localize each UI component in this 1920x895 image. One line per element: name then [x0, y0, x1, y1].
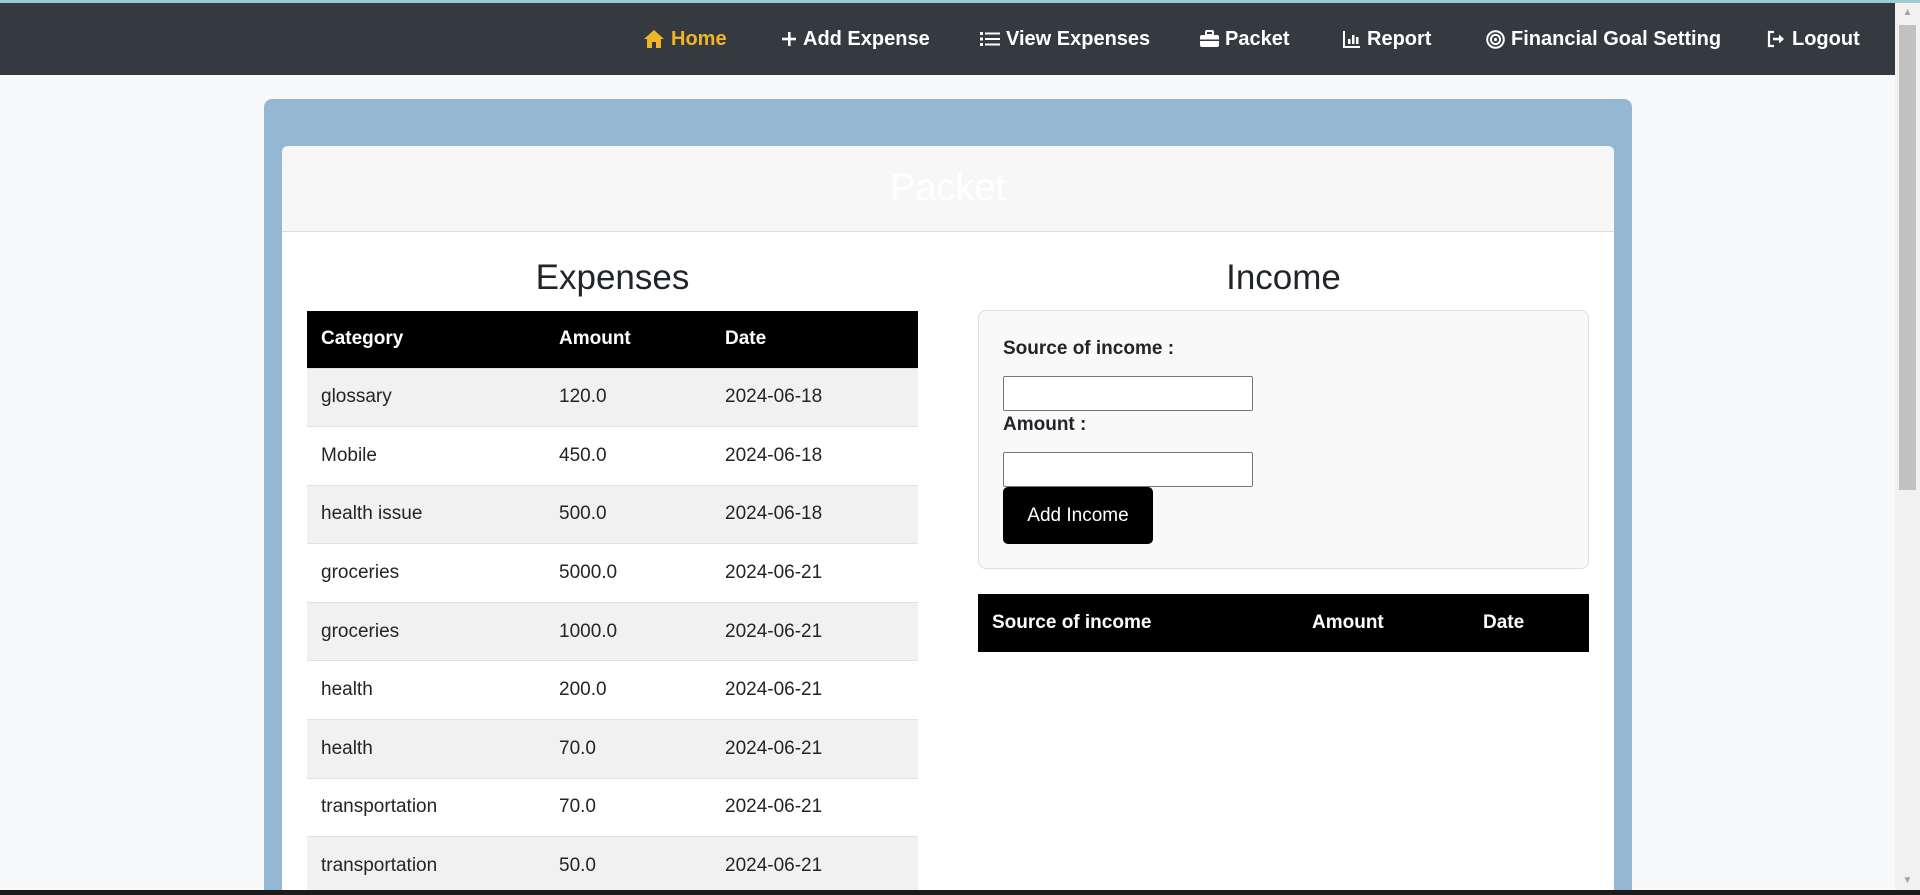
nav-report-link[interactable]: Report: [1343, 3, 1431, 75]
nav-add-expense-link[interactable]: Add Expense: [781, 3, 930, 75]
scroll-down-arrow-icon[interactable]: ▼: [1895, 871, 1920, 889]
expense-category-cell: health issue: [307, 484, 545, 544]
nav-logout-label: Logout: [1792, 27, 1860, 50]
expense-amount-cell: 5000.0: [545, 543, 711, 603]
page-scrollbar[interactable]: ▲ ▼: [1895, 3, 1920, 890]
expense-amount-cell: 500.0: [545, 484, 711, 544]
logout-icon: [1767, 30, 1786, 48]
expense-amount-cell: 70.0: [545, 719, 711, 779]
expense-date-cell: 2024-06-21: [711, 660, 918, 720]
list-icon: [980, 30, 1000, 48]
table-row: health 200.0 2024-06-21: [307, 660, 918, 720]
briefcase-icon: [1200, 30, 1219, 48]
amount-input[interactable]: [1003, 452, 1253, 487]
expense-category-cell: transportation: [307, 836, 545, 895]
top-navbar: Home Add Expense View Expenses Packet Re…: [0, 3, 1895, 75]
card-header: Packet: [282, 146, 1614, 232]
page-title: Packet: [889, 167, 1007, 209]
source-of-income-label: Source of income :: [1003, 338, 1175, 359]
expense-date-cell: 2024-06-21: [711, 836, 918, 895]
home-icon: [643, 29, 665, 49]
nav-home-label: Home: [671, 27, 727, 50]
table-row: health 70.0 2024-06-21: [307, 719, 918, 779]
column-header-category: Category: [307, 311, 545, 368]
expense-category-cell: glossary: [307, 367, 545, 427]
expense-category-cell: groceries: [307, 543, 545, 603]
expenses-table: Category Amount Date glossary 120.0 2024…: [307, 311, 918, 895]
nav-financial-goal-link[interactable]: Financial Goal Setting: [1486, 3, 1721, 75]
column-header-date: Date: [711, 311, 918, 368]
column-header-amount: Amount: [545, 311, 711, 368]
table-row: transportation 50.0 2024-06-21: [307, 836, 918, 895]
bottom-edge-bar: [0, 890, 1920, 895]
expenses-table-header-row: Category Amount Date: [307, 311, 918, 368]
expense-date-cell: 2024-06-18: [711, 426, 918, 486]
income-table-header-row: Source of income Amount Date: [978, 594, 1589, 652]
expense-amount-cell: 450.0: [545, 426, 711, 486]
expense-amount-cell: 120.0: [545, 367, 711, 427]
nav-home-link[interactable]: Home: [643, 3, 727, 75]
scroll-up-arrow-icon[interactable]: ▲: [1895, 3, 1920, 21]
expense-date-cell: 2024-06-21: [711, 601, 918, 661]
target-icon: [1486, 29, 1505, 49]
income-table: Source of income Amount Date: [978, 594, 1589, 652]
nav-add-expense-label: Add Expense: [803, 27, 930, 50]
expense-amount-cell: 1000.0: [545, 601, 711, 661]
table-row: Mobile 450.0 2024-06-18: [307, 426, 918, 486]
income-heading: Income: [1226, 258, 1341, 297]
table-row: transportation 70.0 2024-06-21: [307, 777, 918, 837]
expense-date-cell: 2024-06-18: [711, 367, 918, 427]
expense-category-cell: health: [307, 719, 545, 779]
column-header-amount: Amount: [1298, 594, 1469, 652]
expense-date-cell: 2024-06-18: [711, 484, 918, 544]
chart-icon: [1343, 30, 1361, 48]
expense-category-cell: transportation: [307, 777, 545, 837]
column-header-source-of-income: Source of income: [978, 594, 1298, 652]
column-header-date: Date: [1469, 594, 1589, 652]
expense-category-cell: health: [307, 660, 545, 720]
nav-packet-label: Packet: [1225, 27, 1290, 50]
table-row: glossary 120.0 2024-06-18: [307, 367, 918, 427]
nav-logout-link[interactable]: Logout: [1767, 3, 1860, 75]
income-form: Source of income : Amount : Add Income: [978, 310, 1589, 569]
scrollbar-thumb[interactable]: [1899, 25, 1916, 490]
expense-amount-cell: 70.0: [545, 777, 711, 837]
nav-view-expenses-link[interactable]: View Expenses: [980, 3, 1150, 75]
expense-category-cell: groceries: [307, 601, 545, 661]
table-row: groceries 1000.0 2024-06-21: [307, 601, 918, 661]
expense-category-cell: Mobile: [307, 426, 545, 486]
nav-report-label: Report: [1367, 27, 1432, 50]
expense-date-cell: 2024-06-21: [711, 543, 918, 603]
nav-financial-goal-label: Financial Goal Setting: [1511, 27, 1722, 50]
add-income-button[interactable]: Add Income: [1003, 487, 1153, 544]
nav-packet-link[interactable]: Packet: [1200, 3, 1290, 75]
expense-amount-cell: 200.0: [545, 660, 711, 720]
expense-date-cell: 2024-06-21: [711, 777, 918, 837]
nav-view-expenses-label: View Expenses: [1006, 27, 1151, 50]
expense-date-cell: 2024-06-21: [711, 719, 918, 779]
table-row: health issue 500.0 2024-06-18: [307, 484, 918, 544]
amount-label: Amount :: [1003, 414, 1087, 435]
plus-icon: [781, 31, 797, 47]
table-row: groceries 5000.0 2024-06-21: [307, 543, 918, 603]
expense-amount-cell: 50.0: [545, 836, 711, 895]
expenses-heading: Expenses: [535, 258, 690, 297]
source-of-income-input[interactable]: [1003, 376, 1253, 411]
